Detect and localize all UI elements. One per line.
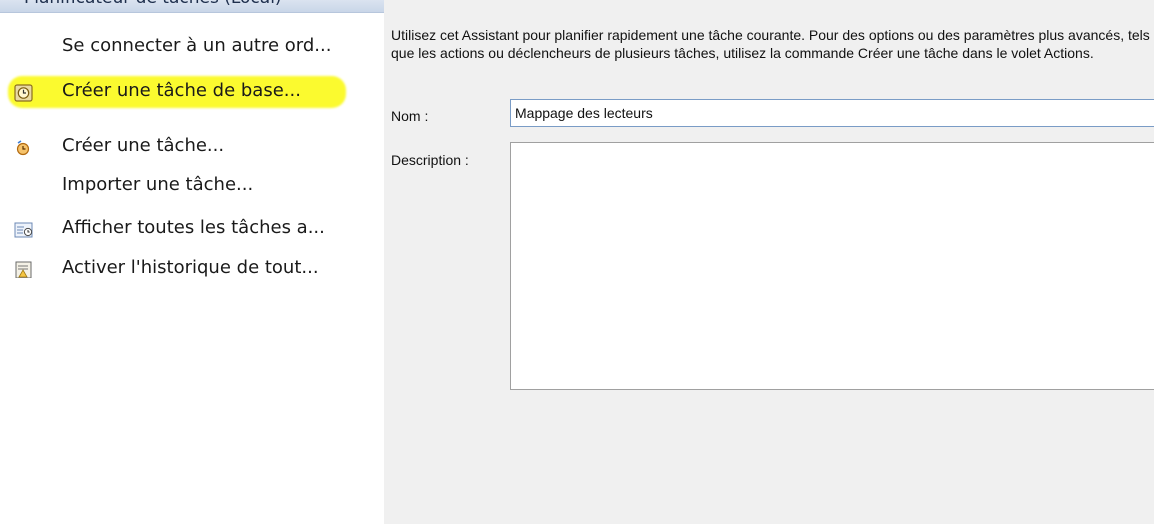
- action-import-task[interactable]: Importer une tâche...: [0, 169, 380, 203]
- pane-clip: [0, 278, 382, 308]
- name-input[interactable]: [510, 99, 1154, 127]
- basic-task-clock-icon: [14, 83, 34, 103]
- actions-pane: Planificateur de tâches (Local) Se conne…: [0, 0, 384, 524]
- action-label: Créer une tâche...: [62, 135, 225, 156]
- screen: Planificateur de tâches (Local) Se conne…: [0, 0, 1154, 524]
- action-label: Créer une tâche de base...: [62, 80, 301, 101]
- task-clock-icon: [14, 138, 34, 158]
- description-textarea[interactable]: [510, 142, 1154, 390]
- history-icon: [14, 260, 34, 280]
- action-label: Afficher toutes les tâches a...: [62, 217, 325, 238]
- actions-pane-header-title: Planificateur de tâches (Local): [24, 0, 282, 8]
- basic-task-wizard-page: Utilisez cet Assistant pour planifier ra…: [384, 0, 1154, 524]
- action-label: Activer l'historique de tout...: [62, 257, 319, 278]
- description-label: Description :: [391, 152, 469, 168]
- action-display-running-tasks[interactable]: Afficher toutes les tâches a...: [0, 212, 380, 246]
- action-create-basic-task[interactable]: Créer une tâche de base...: [0, 75, 380, 109]
- action-label: Importer une tâche...: [62, 174, 254, 195]
- running-tasks-icon: [14, 220, 34, 240]
- actions-pane-header: Planificateur de tâches (Local): [0, 0, 384, 13]
- name-label: Nom :: [391, 108, 429, 124]
- wizard-intro-text: Utilisez cet Assistant pour planifier ra…: [391, 27, 1150, 61]
- action-create-task[interactable]: Créer une tâche...: [0, 130, 380, 164]
- action-connect-other-computer[interactable]: Se connecter à un autre ord...: [0, 30, 380, 64]
- action-label: Se connecter à un autre ord...: [62, 35, 332, 56]
